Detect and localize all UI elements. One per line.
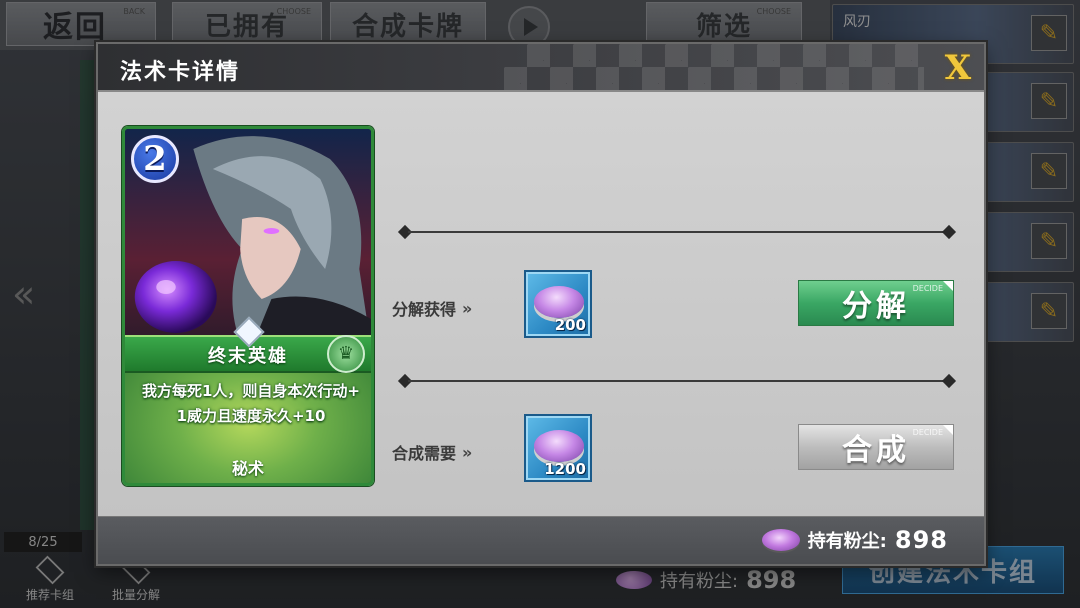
card-description: 我方每死1人，则自身本次行动+1威力且速度永久+10 (141, 382, 360, 425)
dust-cost-icon: 1200 (524, 414, 592, 482)
dust-reward-icon: 200 (524, 270, 592, 338)
decompose-dust-amount: 200 (554, 316, 586, 334)
modal-footer: 持有粉尘: 898 (98, 516, 984, 564)
chevron-right-icon: » (462, 442, 472, 462)
spell-card: 2 终末英雄 ♛ 我方每死1人，则自身本次行动+1威力且速度永久+10 秘术 (122, 126, 374, 486)
divider-end (941, 373, 957, 389)
close-icon[interactable]: X (940, 50, 976, 86)
card-cost: 2 (131, 135, 179, 183)
spell-card-detail-modal: 法术卡详情 X 2 终末英雄 ♛ 我方每死1人，则自身本次行动+1威力且速度永久… (96, 42, 986, 566)
decompose-button-label: 分解 (842, 289, 910, 324)
modal-header: 法术卡详情 X (98, 44, 984, 92)
section-divider (397, 373, 957, 389)
divider-end (941, 224, 957, 240)
craft-dust-amount: 1200 (544, 460, 586, 478)
decompose-label-text: 分解获得 (392, 300, 457, 319)
decompose-button-tag: DECIDE (912, 284, 943, 293)
section-divider (397, 224, 957, 240)
dust-gem-icon (534, 286, 584, 318)
craft-label-text: 合成需要 (392, 444, 457, 463)
corner-mark (943, 425, 953, 435)
decompose-gain-label: 分解获得 » (392, 296, 473, 320)
crown-icon: ♛ (327, 335, 365, 373)
divider-line (408, 231, 946, 233)
dust-gem-icon (761, 529, 800, 551)
owned-dust-display: 持有粉尘: 898 (761, 526, 948, 554)
dust-gem-icon (534, 430, 584, 462)
modal-title: 法术卡详情 (120, 60, 241, 85)
craft-cost-label: 合成需要 » (392, 440, 473, 464)
header-pattern (504, 44, 924, 90)
corner-mark (943, 281, 953, 291)
chevron-right-icon: » (462, 298, 472, 318)
craft-button[interactable]: 合成 DECIDE (798, 424, 954, 470)
decompose-button[interactable]: 分解 DECIDE (798, 280, 954, 326)
card-type: 秘术 (231, 459, 264, 478)
owned-dust-label: 持有粉尘: (807, 531, 887, 552)
craft-button-tag: DECIDE (912, 428, 943, 437)
owned-dust-value: 898 (894, 526, 948, 554)
divider-line (408, 380, 946, 382)
craft-button-label: 合成 (842, 433, 910, 468)
